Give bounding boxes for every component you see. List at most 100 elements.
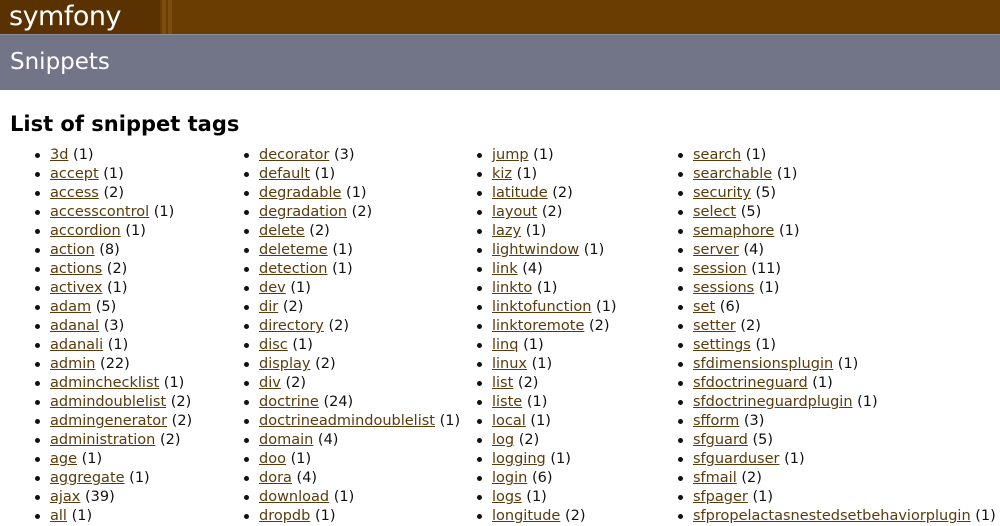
tag-link[interactable]: detection [259, 261, 327, 277]
tag-list-item: sfpager (1) [678, 488, 996, 507]
tag-list-item: layout (2) [477, 203, 617, 222]
tag-link[interactable]: logs [492, 489, 522, 505]
tag-list-item: detection (1) [243, 260, 460, 279]
tag-link[interactable]: link [492, 261, 518, 277]
tag-link[interactable]: sfpropelactasnestedsetbehaviorplugin [693, 508, 971, 524]
tag-list-item: logs (1) [477, 488, 617, 507]
tag-link[interactable]: adam [50, 299, 91, 315]
tag-link[interactable]: dev [259, 280, 286, 296]
tag-link[interactable]: liste [492, 394, 522, 410]
tag-link[interactable]: accept [50, 166, 99, 182]
tag-link[interactable]: sessions [693, 280, 754, 296]
tag-count: (3) [333, 147, 355, 163]
tag-link[interactable]: search [693, 147, 741, 163]
tag-link[interactable]: access [50, 185, 99, 201]
tag-link[interactable]: actions [50, 261, 102, 277]
tag-link[interactable]: download [259, 489, 329, 505]
tag-link[interactable]: layout [492, 204, 537, 220]
tag-link[interactable]: admingenerator [50, 413, 167, 429]
tag-count: (5) [752, 432, 774, 448]
tag-link[interactable]: ajax [50, 489, 80, 505]
tag-link[interactable]: adminchecklist [50, 375, 159, 391]
tag-link[interactable]: decorator [259, 147, 329, 163]
tag-count: (2) [351, 204, 373, 220]
tag-link[interactable]: doctrineadmindoublelist [259, 413, 435, 429]
tag-link[interactable]: 3d [50, 147, 68, 163]
tag-link[interactable]: age [50, 451, 77, 467]
tag-link[interactable]: logging [492, 451, 546, 467]
tag-link[interactable]: dir [259, 299, 278, 315]
tag-link[interactable]: log [492, 432, 514, 448]
tag-link[interactable]: server [693, 242, 739, 258]
tag-link[interactable]: action [50, 242, 95, 258]
tag-link[interactable]: sfform [693, 413, 739, 429]
tag-link[interactable]: lazy [492, 223, 521, 239]
tag-link[interactable]: sfpager [693, 489, 748, 505]
tag-link[interactable]: select [693, 204, 736, 220]
tag-link[interactable]: settings [693, 337, 751, 353]
tag-link[interactable]: jump [492, 147, 529, 163]
tag-link[interactable]: all [50, 508, 67, 524]
tag-link[interactable]: adanali [50, 337, 103, 353]
tag-link[interactable]: directory [259, 318, 324, 334]
tag-link[interactable]: degradation [259, 204, 347, 220]
tag-list-item: sfform (3) [678, 412, 996, 431]
tag-link[interactable]: login [492, 470, 527, 486]
tag-link[interactable]: sfmail [693, 470, 737, 486]
tag-link[interactable]: div [259, 375, 281, 391]
tag-link[interactable]: adanal [50, 318, 99, 334]
tag-list-item: accordion (1) [34, 222, 192, 241]
tag-count: (1) [596, 299, 617, 315]
tag-link[interactable]: dropdb [259, 508, 310, 524]
tag-link[interactable]: linux [492, 356, 527, 372]
tag-link[interactable]: deleteme [259, 242, 328, 258]
tag-link[interactable]: admin [50, 356, 95, 372]
tag-link[interactable]: sfdimensionsplugin [693, 356, 833, 372]
tag-link[interactable]: accordion [50, 223, 121, 239]
tag-count: (3) [743, 413, 765, 429]
tag-link[interactable]: list [492, 375, 513, 391]
tag-link[interactable]: sfguarduser [693, 451, 779, 467]
tag-link[interactable]: domain [259, 432, 313, 448]
tag-link[interactable]: sfdoctrineguardplugin [693, 394, 853, 410]
tag-link[interactable]: linkto [492, 280, 532, 296]
tag-link[interactable]: linq [492, 337, 518, 353]
tag-link[interactable]: delete [259, 223, 305, 239]
tag-count: (1) [290, 451, 312, 467]
tag-link[interactable]: display [259, 356, 311, 372]
tag-link[interactable]: setter [693, 318, 736, 334]
tag-link[interactable]: doctrine [259, 394, 319, 410]
symfony-logo[interactable]: symfony [0, 0, 160, 34]
tag-count: (1) [107, 337, 129, 353]
tag-link[interactable]: aggregate [50, 470, 125, 486]
tag-link[interactable]: sfguard [693, 432, 748, 448]
tag-link[interactable]: accesscontrol [50, 204, 149, 220]
tag-link[interactable]: set [693, 299, 715, 315]
tag-link[interactable]: semaphore [693, 223, 774, 239]
tag-link[interactable]: disc [259, 337, 288, 353]
tag-link[interactable]: longitude [492, 508, 560, 524]
tag-link[interactable]: admindoublelist [50, 394, 166, 410]
tag-list-item: lightwindow (1) [477, 241, 617, 260]
tag-link[interactable]: linktofunction [492, 299, 591, 315]
tag-count: (1) [81, 451, 103, 467]
tag-link[interactable]: kiz [492, 166, 512, 182]
tag-link[interactable]: session [693, 261, 747, 277]
tag-count: (1) [439, 413, 461, 429]
tag-link[interactable]: dora [259, 470, 292, 486]
tag-link[interactable]: lightwindow [492, 242, 579, 258]
tag-count: (24) [323, 394, 354, 410]
tag-link[interactable]: administration [50, 432, 155, 448]
tag-link[interactable]: default [259, 166, 310, 182]
tag-link[interactable]: security [693, 185, 751, 201]
tag-link[interactable]: latitude [492, 185, 548, 201]
tag-link[interactable]: local [492, 413, 526, 429]
tag-link[interactable]: doo [259, 451, 286, 467]
tag-link[interactable]: linktoremote [492, 318, 584, 334]
tag-list-item: ajax (39) [34, 488, 192, 507]
tag-link[interactable]: searchable [693, 166, 772, 182]
tag-link[interactable]: degradable [259, 185, 341, 201]
tag-link[interactable]: activex [50, 280, 102, 296]
tag-link[interactable]: sfdoctrineguard [693, 375, 808, 391]
tag-list-item: local (1) [477, 412, 617, 431]
